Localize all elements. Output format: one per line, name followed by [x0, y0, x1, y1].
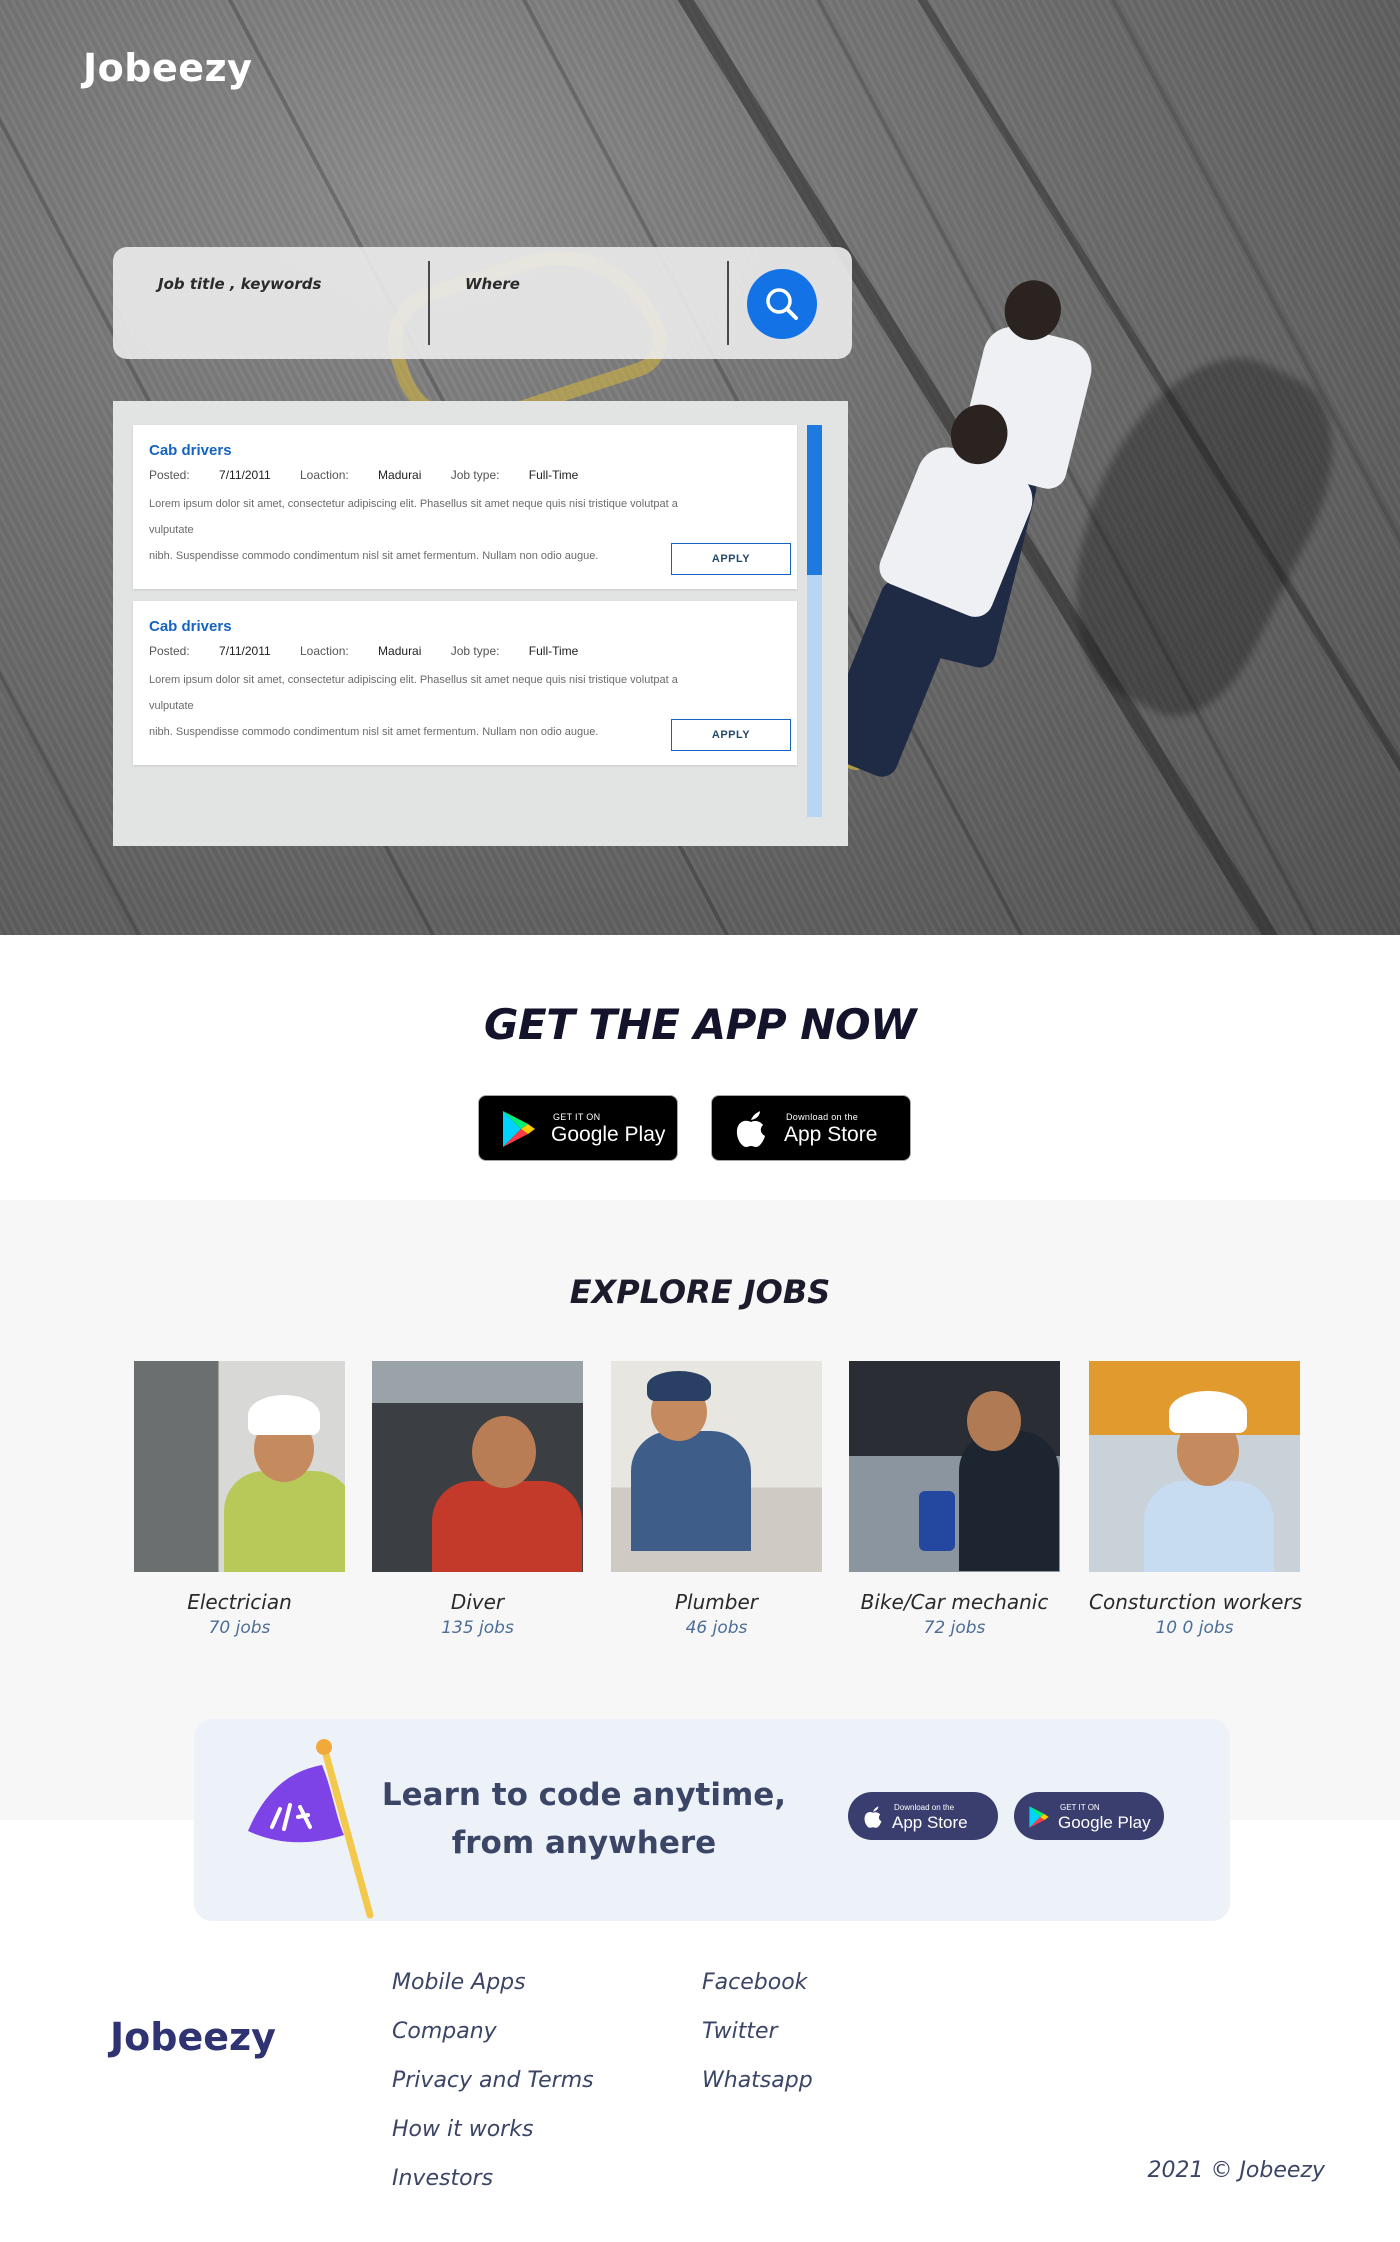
job-card: Cab drivers Posted: 7/11/2011 Loaction: … [133, 601, 797, 765]
keyword-field[interactable]: Job title , keywords [158, 263, 418, 343]
job-location: Madurai [378, 644, 422, 658]
page: Jobeezy Job title , keywords Where Cab d… [0, 0, 1400, 2242]
type-label: Job type: [450, 644, 500, 658]
app-store-big-text: App Store [784, 1123, 878, 1146]
job-card: Cab drivers Posted: 7/11/2011 Loaction: … [133, 425, 797, 589]
plumber-photo [611, 1361, 822, 1572]
apple-icon [864, 1806, 882, 1828]
explore-title: EXPLORE JOBS [569, 1273, 831, 1311]
google-play-icon [1029, 1806, 1049, 1828]
footer-logo[interactable]: Jobeezy [110, 2015, 276, 2059]
job-category-name: Bike/Car mechanic [860, 1590, 1049, 1614]
footer-link-privacy-terms[interactable]: Privacy and Terms [392, 2066, 594, 2115]
app-store-small-text: Download on the [786, 1112, 859, 1122]
google-play-icon [503, 1111, 535, 1147]
job-type: Full-Time [528, 468, 579, 482]
job-category-name: Plumber [675, 1590, 758, 1614]
job-location: Madurai [378, 468, 422, 482]
location-label: Loaction: [300, 468, 349, 482]
location-field[interactable]: Where [465, 263, 735, 343]
job-category-name: Electrician [187, 1590, 292, 1614]
job-title[interactable]: Cab drivers [149, 442, 232, 459]
job-category-count: 46 jobs [685, 1618, 748, 1638]
search-results-panel: Cab drivers Posted: 7/11/2011 Loaction: … [113, 401, 848, 846]
learn-text-line2: from anywhere [451, 1825, 717, 1861]
learn-app-store-big: App Store [892, 1813, 968, 1832]
electrician-photo [134, 1361, 345, 1572]
posted-date: 7/11/2011 [219, 644, 271, 658]
get-app-title: GET THE APP NOW [484, 1000, 916, 1049]
search-divider [428, 261, 430, 345]
google-play-small-text: GET IT ON [553, 1112, 601, 1122]
job-category-name: Diver [450, 1590, 505, 1614]
job-category-count: 135 jobs [441, 1618, 514, 1638]
hero-section: Jobeezy Job title , keywords Where Cab d… [0, 0, 1400, 935]
footer-links-company: Mobile Apps Company Privacy and Terms Ho… [392, 1968, 594, 2213]
header-logo[interactable]: Jobeezy [83, 46, 252, 90]
job-category-count: 10 0 jobs [1155, 1618, 1234, 1638]
job-meta: Posted: 7/11/2011 Loaction: Madurai Job … [149, 468, 604, 482]
apply-button[interactable]: APPLY [671, 543, 791, 575]
app-store-button[interactable]: Download on the App Store [711, 1095, 911, 1161]
job-category-card[interactable]: Consturction workers 10 0 jobs [1089, 1361, 1303, 1638]
type-label: Job type: [450, 468, 500, 482]
job-description-line: vulputate [149, 524, 194, 536]
job-category-count: 70 jobs [208, 1618, 271, 1638]
mechanic-photo [849, 1361, 1060, 1572]
job-category-card[interactable]: Bike/Car mechanic 72 jobs [849, 1361, 1060, 1638]
google-play-big-text: Google Play [551, 1123, 666, 1146]
footer-link-twitter[interactable]: Twitter [702, 2017, 813, 2066]
job-category-card[interactable]: Diver 135 jobs [372, 1361, 583, 1638]
job-category-name: Consturction workers [1089, 1590, 1303, 1614]
google-play-button[interactable]: GET IT ON Google Play [478, 1095, 678, 1161]
learn-google-play-button[interactable]: GET IT ON Google Play [1014, 1792, 1164, 1840]
footer-link-how-it-works[interactable]: How it works [392, 2115, 594, 2164]
flag-icon [248, 1739, 374, 1919]
search-divider [727, 261, 729, 345]
apple-icon [736, 1111, 765, 1147]
footer-link-investors[interactable]: Investors [392, 2164, 594, 2213]
learn-text: Learn to code anytime, from anywhere [374, 1771, 794, 1867]
footer-link-whatsapp[interactable]: Whatsapp [702, 2066, 813, 2115]
footer-link-facebook[interactable]: Facebook [702, 1968, 813, 2017]
learn-google-play-small: GET IT ON [1060, 1803, 1100, 1812]
learn-banner: Learn to code anytime, from anywhere Dow… [194, 1719, 1230, 1921]
learn-text-line1: Learn to code anytime, [381, 1777, 787, 1813]
location-label: Loaction: [300, 644, 349, 658]
search-button[interactable] [747, 269, 817, 339]
learn-app-store-button[interactable]: Download on the App Store [848, 1792, 998, 1840]
job-category-card[interactable]: Plumber 46 jobs [611, 1361, 822, 1638]
posted-label: Posted: [149, 468, 190, 482]
location-label: Where [465, 275, 520, 293]
footer-links-social: Facebook Twitter Whatsapp [702, 1968, 813, 2115]
copyright-text: 2021 © Jobeezy [1147, 2158, 1325, 2183]
job-description-line: Lorem ipsum dolor sit amet, consectetur … [149, 498, 678, 510]
job-category-count: 72 jobs [923, 1618, 986, 1638]
apply-button[interactable]: APPLY [671, 719, 791, 751]
job-category-card[interactable]: Electrician 70 jobs [134, 1361, 345, 1638]
footer-link-mobile-apps[interactable]: Mobile Apps [392, 1968, 594, 2017]
diver-photo [372, 1361, 583, 1572]
posted-label: Posted: [149, 644, 190, 658]
learn-app-store-small: Download on the [894, 1803, 955, 1812]
job-title[interactable]: Cab drivers [149, 618, 232, 635]
job-description-line: vulputate [149, 700, 194, 712]
job-description-line: Lorem ipsum dolor sit amet, consectetur … [149, 674, 678, 686]
search-icon [766, 288, 798, 320]
posted-date: 7/11/2011 [219, 468, 271, 482]
job-meta: Posted: 7/11/2011 Loaction: Madurai Job … [149, 644, 604, 658]
results-scrollbar-thumb[interactable] [807, 425, 822, 575]
keyword-label: Job title , keywords [158, 275, 322, 293]
construction-worker-photo [1089, 1361, 1300, 1572]
search-bar: Job title , keywords Where [113, 247, 852, 359]
learn-google-play-big: Google Play [1058, 1813, 1151, 1832]
footer-link-company[interactable]: Company [392, 2017, 594, 2066]
job-type: Full-Time [528, 644, 579, 658]
